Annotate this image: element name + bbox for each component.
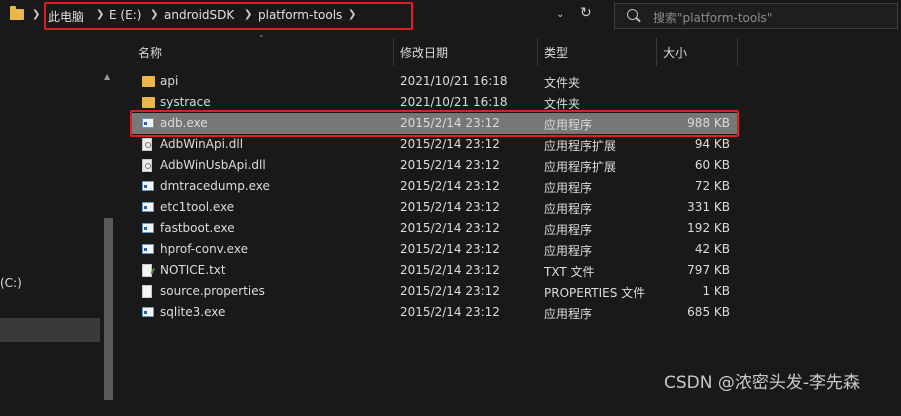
column-header-size[interactable]: 大小 xyxy=(663,44,687,61)
file-icon xyxy=(142,285,152,298)
file-row[interactable]: sqlite3.exe 2015/2/14 23:12 应用程序 685 KB xyxy=(132,302,738,323)
exe-icon xyxy=(142,181,154,191)
refresh-icon[interactable]: ↻ xyxy=(580,5,592,21)
file-size: 94 KB xyxy=(694,137,730,151)
chevron-right-icon[interactable]: ❯ xyxy=(150,9,158,20)
file-row[interactable]: hprof-conv.exe 2015/2/14 23:12 应用程序 42 KB xyxy=(132,239,738,260)
exe-icon xyxy=(142,223,154,233)
file-name: AdbWinUsbApi.dll xyxy=(160,158,266,172)
file-size: 192 KB xyxy=(687,221,730,235)
address-toolbar: ❯ 此电脑 ❯ E (E:) ❯ androidSDK ❯ platform-t… xyxy=(0,0,901,32)
file-type: 应用程序扩展 xyxy=(544,160,617,174)
dll-icon xyxy=(142,159,152,172)
file-row[interactable]: etc1tool.exe 2015/2/14 23:12 应用程序 331 KB xyxy=(132,197,738,218)
chevron-right-icon[interactable]: ❯ xyxy=(348,9,356,20)
file-modified-date: 2015/2/14 23:12 xyxy=(400,242,500,256)
nav-scrollbar[interactable]: ▲ xyxy=(104,72,113,416)
file-name: hprof-conv.exe xyxy=(160,242,248,256)
file-name: fastboot.exe xyxy=(160,221,235,235)
file-type: 应用程序扩展 xyxy=(544,139,617,153)
file-name: NOTICE.txt xyxy=(160,263,226,277)
file-type: PROPERTIES 文件 xyxy=(544,286,646,300)
exe-icon xyxy=(142,202,154,212)
column-divider[interactable] xyxy=(537,38,538,66)
column-divider[interactable] xyxy=(393,38,394,66)
file-name: systrace xyxy=(160,95,211,109)
column-header-modified[interactable]: 修改日期 xyxy=(400,44,448,61)
column-header-type[interactable]: 类型 xyxy=(544,44,568,61)
search-box[interactable]: 搜索"platform-tools" xyxy=(614,3,898,29)
scroll-up-icon[interactable]: ▲ xyxy=(104,72,110,81)
file-modified-date: 2021/10/21 16:18 xyxy=(400,74,508,88)
txt-icon xyxy=(142,264,152,277)
column-divider[interactable] xyxy=(737,38,738,66)
folder-icon xyxy=(10,6,24,20)
file-row[interactable]: AdbWinUsbApi.dll 2015/2/14 23:12 应用程序扩展 60 … xyxy=(132,155,738,176)
selected-row-highlight xyxy=(130,110,739,137)
exe-icon xyxy=(142,307,154,317)
file-modified-date: 2015/2/14 23:12 xyxy=(400,200,500,214)
chevron-right-icon[interactable]: ❯ xyxy=(96,9,104,20)
file-row[interactable]: source.properties 2015/2/14 23:12 PROPERTI… xyxy=(132,281,738,302)
breadcrumb-androidsdk[interactable]: androidSDK xyxy=(164,8,234,22)
chevron-right-icon: ❯ xyxy=(32,9,41,20)
file-row[interactable]: AdbWinApi.dll 2015/2/14 23:12 应用程序扩展 94 KB xyxy=(132,134,738,155)
file-name: etc1tool.exe xyxy=(160,200,235,214)
file-name: api xyxy=(160,74,179,88)
file-modified-date: 2015/2/14 23:12 xyxy=(400,179,500,193)
address-dropdown-icon[interactable]: ⌄ xyxy=(556,9,564,20)
file-type: 应用程序 xyxy=(544,223,593,237)
nav-item-selected[interactable] xyxy=(0,318,100,342)
file-name: dmtracedump.exe xyxy=(160,179,270,193)
exe-icon xyxy=(142,244,154,254)
file-name: sqlite3.exe xyxy=(160,305,226,319)
sort-ascending-icon: ⌃ xyxy=(258,34,265,43)
file-modified-date: 2015/2/14 23:12 xyxy=(400,305,500,319)
file-name: AdbWinApi.dll xyxy=(160,137,244,151)
file-row[interactable]: dmtracedump.exe 2015/2/14 23:12 应用程序 72 KB xyxy=(132,176,738,197)
file-type: 应用程序 xyxy=(544,244,593,258)
file-type: TXT 文件 xyxy=(544,265,595,279)
dll-icon xyxy=(142,138,152,151)
folder-icon xyxy=(142,76,155,87)
folder-icon xyxy=(142,97,155,108)
file-size: 331 KB xyxy=(687,200,730,214)
file-modified-date: 2015/2/14 23:12 xyxy=(400,263,500,277)
file-size: 42 KB xyxy=(694,242,730,256)
column-header-name[interactable]: 名称 xyxy=(138,44,162,61)
navigation-pane: ▲ (C:) xyxy=(0,32,118,400)
file-modified-date: 2015/2/14 23:12 xyxy=(400,158,500,172)
file-row[interactable]: NOTICE.txt 2015/2/14 23:12 TXT 文件 797 KB xyxy=(132,260,738,281)
file-modified-date: 2015/2/14 23:12 xyxy=(400,221,500,235)
file-size: 797 KB xyxy=(687,263,730,277)
breadcrumb-drive-e[interactable]: E (E:) xyxy=(109,8,141,22)
breadcrumb-this-pc[interactable]: 此电脑 xyxy=(48,8,84,25)
file-row[interactable]: fastboot.exe 2015/2/14 23:12 应用程序 192 KB xyxy=(132,218,738,239)
file-modified-date: 2021/10/21 16:18 xyxy=(400,95,508,109)
file-size: 60 KB xyxy=(694,158,730,172)
watermark: CSDN @浓密头发-李先森 xyxy=(664,373,861,393)
file-type: 应用程序 xyxy=(544,307,593,321)
file-type: 应用程序 xyxy=(544,202,593,216)
file-modified-date: 2015/2/14 23:12 xyxy=(400,137,500,151)
column-divider[interactable] xyxy=(656,38,657,66)
file-name: source.properties xyxy=(160,284,265,298)
file-size: 1 KB xyxy=(702,284,730,298)
file-size: 72 KB xyxy=(694,179,730,193)
file-modified-date: 2015/2/14 23:12 xyxy=(400,284,500,298)
scrollbar-thumb[interactable] xyxy=(104,218,113,400)
search-icon xyxy=(627,9,638,20)
chevron-right-icon[interactable]: ❯ xyxy=(244,9,252,20)
file-type: 应用程序 xyxy=(544,181,593,195)
search-placeholder: 搜索"platform-tools" xyxy=(653,11,773,25)
nav-item-drive-c[interactable]: (C:) xyxy=(0,276,22,290)
file-row[interactable]: api 2021/10/21 16:18 文件夹 xyxy=(132,71,738,92)
breadcrumb-platform-tools[interactable]: platform-tools xyxy=(258,8,342,22)
file-type: 文件夹 xyxy=(544,76,581,90)
file-size: 685 KB xyxy=(687,305,730,319)
